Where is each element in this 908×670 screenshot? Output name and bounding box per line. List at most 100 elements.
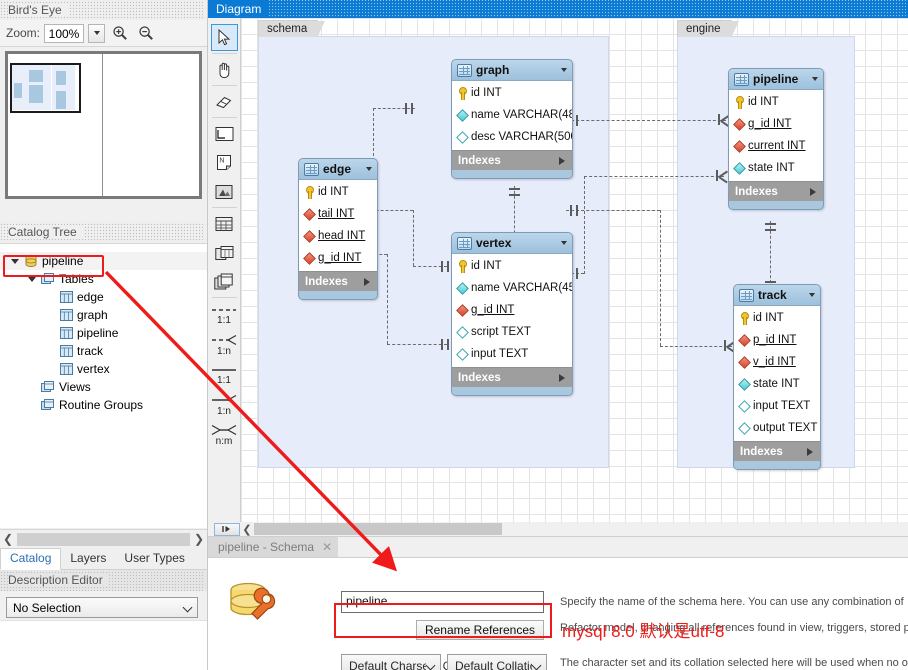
tree-node-routine-groups[interactable]: Routine Groups xyxy=(0,396,207,414)
view-tool[interactable] xyxy=(211,239,238,266)
table-column[interactable]: input TEXT xyxy=(452,343,572,365)
canvas-scroll-thumb[interactable] xyxy=(254,523,502,535)
table-column[interactable]: v_id INT xyxy=(734,351,820,373)
table-indexes-row[interactable]: Indexes xyxy=(734,441,820,461)
table-column[interactable]: current INT xyxy=(729,135,823,157)
table-column[interactable]: id INT xyxy=(452,255,572,277)
connector-vertex-track[interactable] xyxy=(566,205,751,355)
close-icon[interactable]: ✕ xyxy=(322,537,332,557)
table-column[interactable]: g_id INT xyxy=(452,299,572,321)
scroll-thumb[interactable] xyxy=(17,532,190,546)
note-tool[interactable]: N xyxy=(211,149,238,176)
table-column[interactable]: id INT xyxy=(299,181,377,203)
tree-node-pipeline-schema[interactable]: pipeline xyxy=(0,252,207,270)
layer-tool[interactable] xyxy=(211,120,238,147)
engine-layer-tab[interactable]: engine xyxy=(677,20,739,38)
eraser-tool[interactable] xyxy=(211,88,238,115)
zoom-input[interactable]: 100% xyxy=(44,23,85,43)
rel-n-m-tool[interactable]: n:m xyxy=(209,420,240,450)
table-tool[interactable] xyxy=(211,210,238,237)
table-column[interactable]: desc VARCHAR(500) xyxy=(452,126,572,148)
rel-1-n-nonid-tool[interactable]: 1:n xyxy=(209,330,240,360)
connector-graph-pipeline[interactable] xyxy=(566,114,736,126)
table-column[interactable]: state INT xyxy=(734,373,820,395)
charset-select[interactable]: Default Charset xyxy=(341,654,441,670)
table-column[interactable]: output TEXT xyxy=(734,417,820,439)
tab-layers[interactable]: Layers xyxy=(61,549,115,569)
table-header[interactable]: vertex xyxy=(452,233,572,254)
zoom-in-button[interactable] xyxy=(109,22,131,44)
editor-tab-pipeline-schema[interactable]: pipeline - Schema ✕ xyxy=(208,537,339,557)
schema-name-input[interactable]: pipeline xyxy=(341,591,544,613)
chevron-right-icon[interactable] xyxy=(559,373,565,382)
table-column[interactable]: g_id INT xyxy=(299,247,377,269)
table-node-pipeline[interactable]: pipeline id INT g_id INT current INT sta… xyxy=(728,68,824,210)
table-column[interactable]: id INT xyxy=(729,91,823,113)
table-header[interactable]: track xyxy=(734,285,820,306)
tree-node-table-track[interactable]: track xyxy=(0,342,207,360)
rel-1-1-id-tool[interactable]: 1:1 xyxy=(209,360,240,390)
pointer-tool[interactable] xyxy=(210,24,238,51)
image-tool[interactable] xyxy=(211,178,238,205)
zoom-out-button[interactable] xyxy=(135,22,157,44)
table-indexes-row[interactable]: Indexes xyxy=(452,150,572,170)
catalog-horizontal-scrollbar[interactable]: ❮ ❯ xyxy=(0,529,207,548)
table-header[interactable]: pipeline xyxy=(729,69,823,90)
expand-triangle-icon[interactable] xyxy=(25,276,39,282)
scroll-left-icon[interactable]: ❮ xyxy=(0,532,16,546)
table-indexes-row[interactable]: Indexes xyxy=(729,181,823,201)
table-column[interactable]: script TEXT xyxy=(452,321,572,343)
rename-references-button[interactable]: Rename References xyxy=(416,620,544,640)
birds-eye-canvas[interactable] xyxy=(5,51,202,199)
chevron-down-icon[interactable] xyxy=(561,68,567,72)
table-column[interactable]: input TEXT xyxy=(734,395,820,417)
collation-select[interactable]: Default Collation xyxy=(447,654,547,670)
canvas-horizontal-scrollbar[interactable]: ❮ xyxy=(208,522,908,536)
birds-eye-viewport[interactable] xyxy=(10,63,81,113)
routine-group-tool[interactable] xyxy=(211,268,238,295)
tree-node-tables[interactable]: Tables xyxy=(0,270,207,288)
description-editor-body[interactable] xyxy=(0,620,207,670)
chevron-down-icon[interactable] xyxy=(812,77,818,81)
table-column[interactable]: state INT xyxy=(729,157,823,179)
schema-layer-tab[interactable]: schema xyxy=(258,20,326,38)
tree-node-table-graph[interactable]: graph xyxy=(0,306,207,324)
tree-node-table-vertex[interactable]: vertex xyxy=(0,360,207,378)
hand-tool[interactable] xyxy=(211,56,238,83)
table-column[interactable]: head INT xyxy=(299,225,377,247)
table-column[interactable]: g_id INT xyxy=(729,113,823,135)
chevron-right-icon[interactable] xyxy=(807,447,813,456)
table-column[interactable]: p_id INT xyxy=(734,329,820,351)
canvas-scroll-mini-button[interactable] xyxy=(214,522,240,536)
table-column[interactable]: id INT xyxy=(734,307,820,329)
chevron-down-icon[interactable] xyxy=(561,241,567,245)
table-header[interactable]: edge xyxy=(299,159,377,180)
zoom-dropdown-button[interactable] xyxy=(88,23,106,43)
table-column[interactable]: id INT xyxy=(452,82,572,104)
rel-1-n-id-tool[interactable]: 1:n xyxy=(209,390,240,420)
table-node-track[interactable]: track id INT p_id INT v_id INT state INT… xyxy=(733,284,821,470)
table-node-vertex[interactable]: vertex id INT name VARCHAR(45) g_id INT … xyxy=(451,232,573,396)
tab-user-types[interactable]: User Types xyxy=(115,549,193,569)
table-indexes-row[interactable]: Indexes xyxy=(299,271,377,291)
chevron-right-icon[interactable] xyxy=(559,156,565,165)
chevron-right-icon[interactable] xyxy=(364,277,370,286)
rel-1-1-nonid-tool[interactable]: 1:1 xyxy=(209,300,240,330)
tree-node-table-pipeline[interactable]: pipeline xyxy=(0,324,207,342)
table-node-graph[interactable]: graph id INT name VARCHAR(48) desc VARCH… xyxy=(451,59,573,179)
tab-catalog[interactable]: Catalog xyxy=(0,548,62,570)
chevron-down-icon[interactable] xyxy=(366,167,372,171)
table-header[interactable]: graph xyxy=(452,60,572,81)
tree-node-table-edge[interactable]: edge xyxy=(0,288,207,306)
scroll-left-icon[interactable]: ❮ xyxy=(240,523,254,536)
catalog-tree[interactable]: pipeline Tables edge graph pipeline trac… xyxy=(0,243,207,528)
chevron-right-icon[interactable] xyxy=(810,187,816,196)
table-node-edge[interactable]: edge id INT tail INT head INT g_id INT I… xyxy=(298,158,378,300)
table-column[interactable]: tail INT xyxy=(299,203,377,225)
table-column[interactable]: name VARCHAR(48) xyxy=(452,104,572,126)
tree-node-views[interactable]: Views xyxy=(0,378,207,396)
table-indexes-row[interactable]: Indexes xyxy=(452,367,572,387)
scroll-right-icon[interactable]: ❯ xyxy=(191,532,207,546)
chevron-down-icon[interactable] xyxy=(809,293,815,297)
table-column[interactable]: name VARCHAR(45) xyxy=(452,277,572,299)
